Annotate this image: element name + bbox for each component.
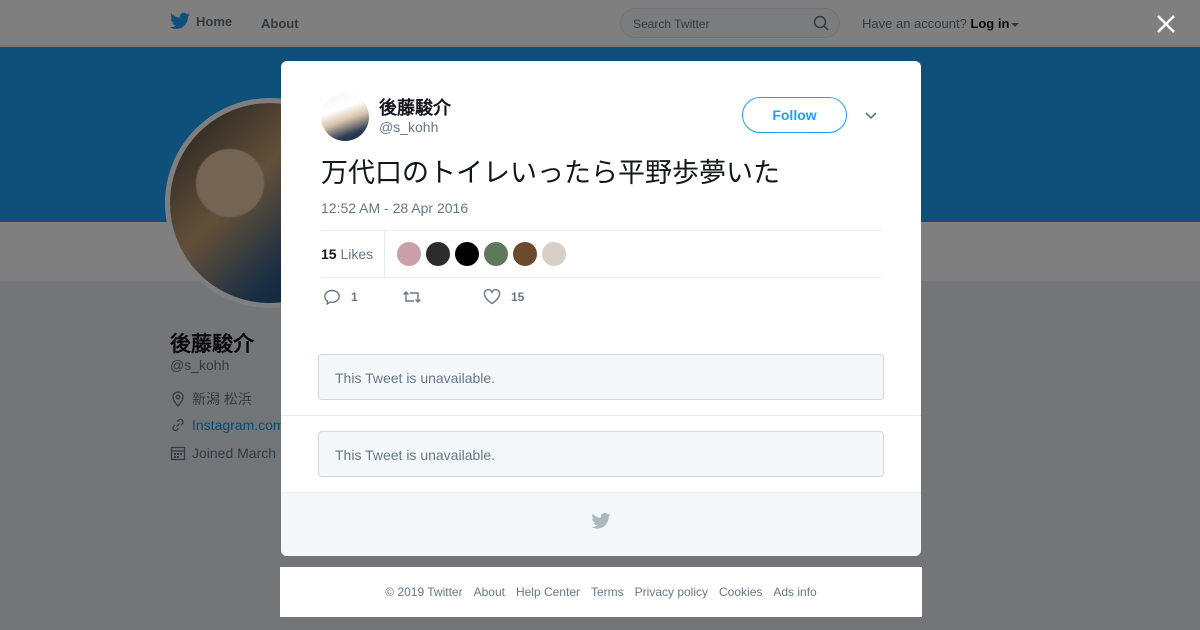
follow-button[interactable]: Follow xyxy=(742,97,847,133)
retweet-button[interactable] xyxy=(402,289,432,305)
liker-avatar[interactable] xyxy=(455,242,479,266)
likes-stat[interactable]: 15 Likes xyxy=(321,246,373,262)
tweet-stats: 15 Likes xyxy=(321,230,881,278)
modal-footer xyxy=(281,492,921,556)
reply-count: 1 xyxy=(351,290,358,304)
reply-button[interactable]: 1 xyxy=(323,289,358,305)
footer-link-help-center[interactable]: Help Center xyxy=(516,585,580,599)
liker-avatar[interactable] xyxy=(513,242,537,266)
divider xyxy=(384,231,385,277)
footer-link-terms[interactable]: Terms xyxy=(591,585,624,599)
footer-link-ads-info[interactable]: Ads info xyxy=(773,585,816,599)
footer-link-cookies[interactable]: Cookies xyxy=(719,585,762,599)
footer-copyright: © 2019 Twitter xyxy=(385,585,463,599)
tweet-timestamp[interactable]: 12:52 AM - 28 Apr 2016 xyxy=(321,200,468,216)
heart-icon xyxy=(483,289,501,305)
like-button[interactable]: 15 xyxy=(483,289,524,305)
like-count: 15 xyxy=(511,290,525,304)
retweet-icon xyxy=(403,291,421,303)
unavailable-tweet-notice: This Tweet is unavailable. xyxy=(318,354,884,400)
divider xyxy=(281,415,921,416)
author-handle[interactable]: @s_kohh xyxy=(379,119,438,135)
liker-avatar[interactable] xyxy=(426,242,450,266)
site-footer: © 2019 Twitter About Help Center Terms P… xyxy=(280,567,922,617)
tweet-actions: 1 15 xyxy=(321,289,621,309)
footer-link-privacy-policy[interactable]: Privacy policy xyxy=(635,585,708,599)
twitter-bird-icon xyxy=(591,513,611,529)
author-name[interactable]: 後藤駿介 xyxy=(379,94,451,120)
tweet-permalink-modal: 後藤駿介 @s_kohh Follow 万代口のトイレいったら平野歩夢いた 12… xyxy=(281,61,921,556)
likes-count: 15 xyxy=(321,246,337,262)
footer-link-about[interactable]: About xyxy=(474,585,505,599)
author-avatar[interactable] xyxy=(321,93,369,141)
liker-avatar[interactable] xyxy=(397,242,421,266)
reply-icon xyxy=(324,289,340,305)
tweet-text: 万代口のトイレいったら平野歩夢いた xyxy=(321,158,780,189)
unavailable-tweet-notice: This Tweet is unavailable. xyxy=(318,431,884,477)
likes-label: Likes xyxy=(340,246,374,262)
close-icon[interactable] xyxy=(1154,12,1178,36)
liker-avatars xyxy=(397,242,566,266)
liker-avatar[interactable] xyxy=(542,242,566,266)
chevron-down-icon[interactable] xyxy=(863,107,879,123)
liker-avatar[interactable] xyxy=(484,242,508,266)
